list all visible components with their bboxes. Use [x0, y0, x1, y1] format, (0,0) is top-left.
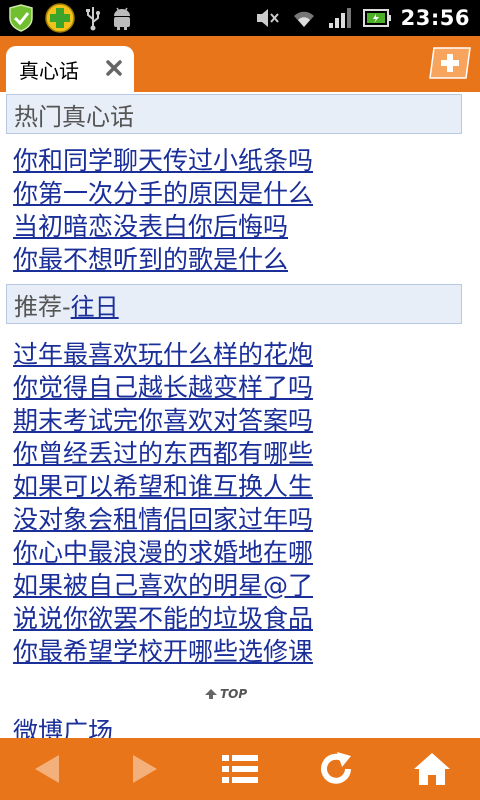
list-item: 如果被自己喜欢的明星@了 — [13, 569, 313, 602]
home-icon — [414, 753, 450, 785]
back-icon — [35, 755, 59, 783]
forward-button[interactable] — [114, 744, 174, 794]
tab-current[interactable]: 真心话 — [6, 46, 134, 92]
list-item: 没对象会租情侣回家过年吗 — [13, 503, 313, 536]
home-button[interactable] — [402, 744, 462, 794]
hot-link[interactable]: 你第一次分手的原因是什么 — [13, 179, 313, 208]
recommended-link[interactable]: 如果被自己喜欢的明星@了 — [13, 571, 313, 600]
recommended-link[interactable]: 你曾经丢过的东西都有哪些 — [13, 439, 313, 468]
recommended-link[interactable]: 过年最喜欢玩什么样的花炮 — [13, 340, 313, 369]
close-tab-icon[interactable] — [104, 58, 124, 78]
plus-cross-icon — [44, 2, 76, 34]
usb-icon — [84, 5, 102, 31]
list-item: 期末考试完你喜欢对答案吗 — [13, 404, 313, 437]
list-item: 你第一次分手的原因是什么 — [13, 177, 313, 210]
notification-icons — [0, 2, 134, 34]
tab-bar: 真心话 — [0, 36, 480, 92]
list-item: 你觉得自己越长越变样了吗 — [13, 371, 313, 404]
recommended-link[interactable]: 如果可以希望和谁互换人生 — [13, 472, 313, 501]
list-item: 你和同学聊天传过小纸条吗 — [13, 144, 313, 177]
back-to-top-link[interactable]: TOP — [204, 686, 247, 702]
section-title-hot: 热门真心话 — [14, 102, 134, 131]
recommended-link[interactable]: 你觉得自己越长越变样了吗 — [13, 373, 313, 402]
up-arrow-icon — [205, 689, 217, 699]
hot-link[interactable]: 你和同学聊天传过小纸条吗 — [13, 146, 313, 175]
top-label: TOP — [220, 687, 248, 701]
list-item: 你心中最浪漫的求婚地在哪 — [13, 536, 313, 569]
recommended-link[interactable]: 你心中最浪漫的求婚地在哪 — [13, 538, 313, 567]
bottom-toolbar — [0, 738, 480, 800]
section-header-recommended: 推荐-往日 — [6, 284, 462, 324]
wifi-icon — [291, 6, 317, 30]
recommended-link[interactable]: 你最希望学校开哪些选修课 — [13, 637, 313, 666]
signal-icon — [327, 6, 353, 30]
list-item: 你最不想听到的歌是什么 — [13, 243, 313, 276]
weibo-square-link[interactable]: 微博广场 — [13, 712, 113, 738]
add-tab-icon[interactable] — [426, 46, 474, 80]
hot-link[interactable]: 当初暗恋没表白你后悔吗 — [13, 212, 288, 241]
tab-label: 真心话 — [19, 58, 79, 83]
recommended-link[interactable]: 没对象会租情侣回家过年吗 — [13, 505, 313, 534]
recommended-list: 过年最喜欢玩什么样的花炮 你觉得自己越长越变样了吗 期末考试完你喜欢对答案吗 你… — [13, 338, 313, 668]
battery-icon — [362, 7, 391, 29]
refresh-button[interactable] — [306, 744, 366, 794]
system-icons: 23:56 — [255, 6, 480, 30]
back-button[interactable] — [18, 744, 78, 794]
mute-icon — [255, 6, 281, 30]
hot-link[interactable]: 你最不想听到的歌是什么 — [13, 245, 288, 274]
page-content: 热门真心话 你和同学聊天传过小纸条吗 你第一次分手的原因是什么 当初暗恋没表白你… — [0, 92, 480, 738]
section-title-prefix: 推荐- — [14, 292, 71, 321]
status-bar: 23:56 — [0, 0, 480, 36]
section-header-hot: 热门真心话 — [6, 94, 462, 134]
android-debug-icon — [110, 5, 134, 31]
refresh-icon — [321, 752, 351, 784]
hot-list: 你和同学聊天传过小纸条吗 你第一次分手的原因是什么 当初暗恋没表白你后悔吗 你最… — [13, 144, 313, 276]
menu-list-icon — [222, 755, 258, 783]
list-item: 你最希望学校开哪些选修课 — [13, 635, 313, 668]
menu-button[interactable] — [210, 744, 270, 794]
forward-icon — [133, 755, 157, 783]
recommended-link[interactable]: 期末考试完你喜欢对答案吗 — [13, 406, 313, 435]
shield-check-icon — [6, 4, 36, 32]
past-link[interactable]: 往日 — [71, 293, 119, 321]
list-item: 你曾经丢过的东西都有哪些 — [13, 437, 313, 470]
list-item: 说说你欲罢不能的垃圾食品 — [13, 602, 313, 635]
list-item: 如果可以希望和谁互换人生 — [13, 470, 313, 503]
list-item: 过年最喜欢玩什么样的花炮 — [13, 338, 313, 371]
recommended-link[interactable]: 说说你欲罢不能的垃圾食品 — [13, 604, 313, 633]
list-item: 当初暗恋没表白你后悔吗 — [13, 210, 313, 243]
section-title-recommended: 推荐-往日 — [14, 287, 119, 322]
clock: 23:56 — [400, 6, 470, 30]
screen: 23:56 真心话 热门真心话 你和同学聊天传过小纸条吗 你第一次分手的原因是什… — [0, 0, 480, 800]
